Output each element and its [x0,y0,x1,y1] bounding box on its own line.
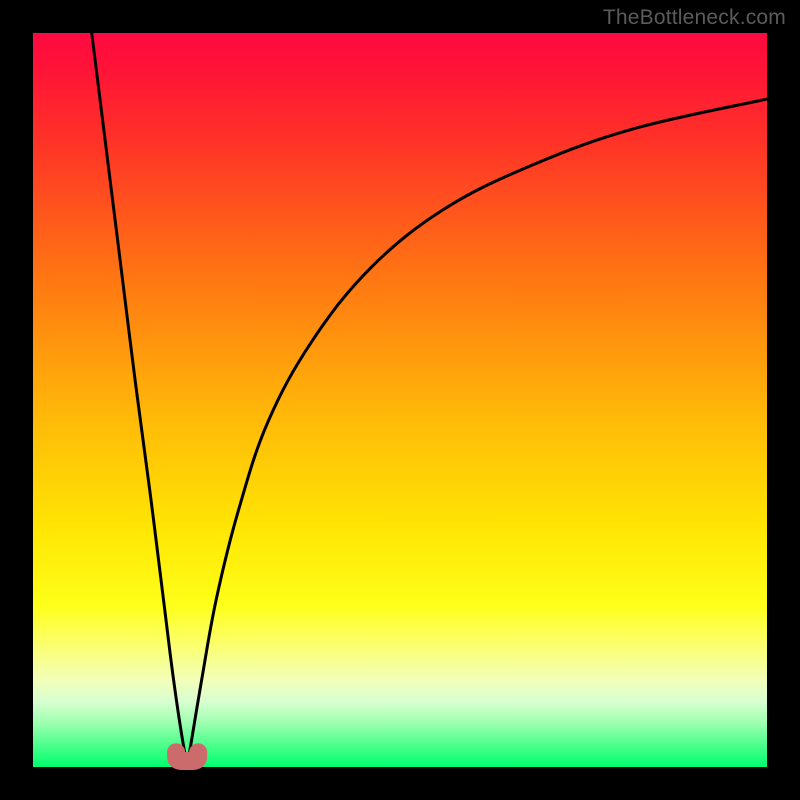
chart-frame: TheBottleneck.com [0,0,800,800]
min-marker [167,743,207,761]
curve-path [92,33,767,767]
plot-area [33,33,767,767]
watermark-text: TheBottleneck.com [603,6,786,30]
bottleneck-curve [33,33,767,767]
min-marker-u [176,752,198,761]
